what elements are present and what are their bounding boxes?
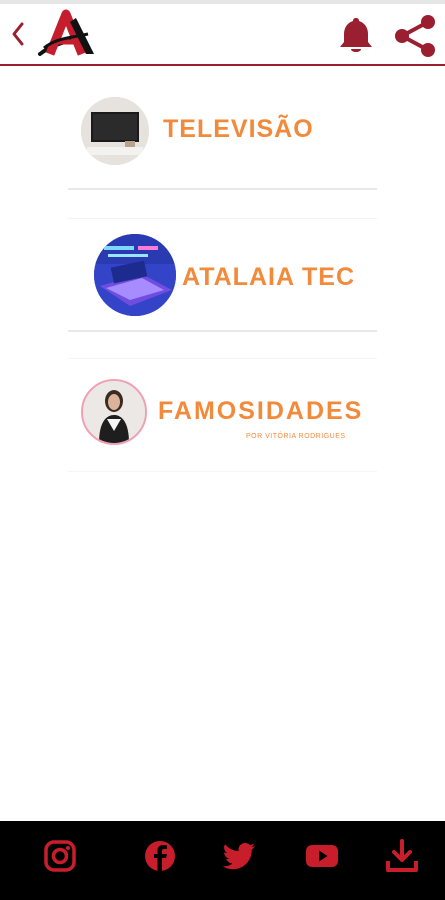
tv-thumbnail bbox=[81, 97, 149, 165]
twitter-icon[interactable] bbox=[222, 839, 258, 873]
category-card-televisao[interactable]: TELEVISÃO bbox=[68, 88, 377, 190]
share-icon[interactable] bbox=[392, 14, 438, 58]
youtube-icon[interactable] bbox=[304, 839, 340, 873]
tech-laptop-thumbnail bbox=[94, 234, 176, 316]
social-footer bbox=[0, 821, 445, 900]
instagram-icon[interactable] bbox=[42, 839, 78, 873]
category-title: TELEVISÃO bbox=[163, 115, 314, 143]
chevron-left-icon bbox=[12, 22, 24, 46]
category-card-atalaia-tec[interactable]: ATALAIA TEC bbox=[68, 218, 377, 332]
facebook-icon[interactable] bbox=[142, 839, 178, 873]
category-title: FAMOSIDADES bbox=[158, 397, 364, 425]
back-button[interactable] bbox=[6, 16, 30, 52]
category-title: ATALAIA TEC bbox=[182, 263, 356, 291]
atalaia-logo[interactable] bbox=[36, 8, 96, 60]
app-bar bbox=[0, 4, 445, 66]
bell-icon[interactable] bbox=[336, 14, 376, 56]
category-subtitle: POR VITÓRIA RODRIGUES bbox=[246, 433, 346, 440]
download-icon[interactable] bbox=[384, 839, 420, 873]
category-card-famosidades[interactable]: FAMOSIDADES POR VITÓRIA RODRIGUES bbox=[68, 358, 377, 472]
person-thumbnail bbox=[81, 379, 147, 445]
